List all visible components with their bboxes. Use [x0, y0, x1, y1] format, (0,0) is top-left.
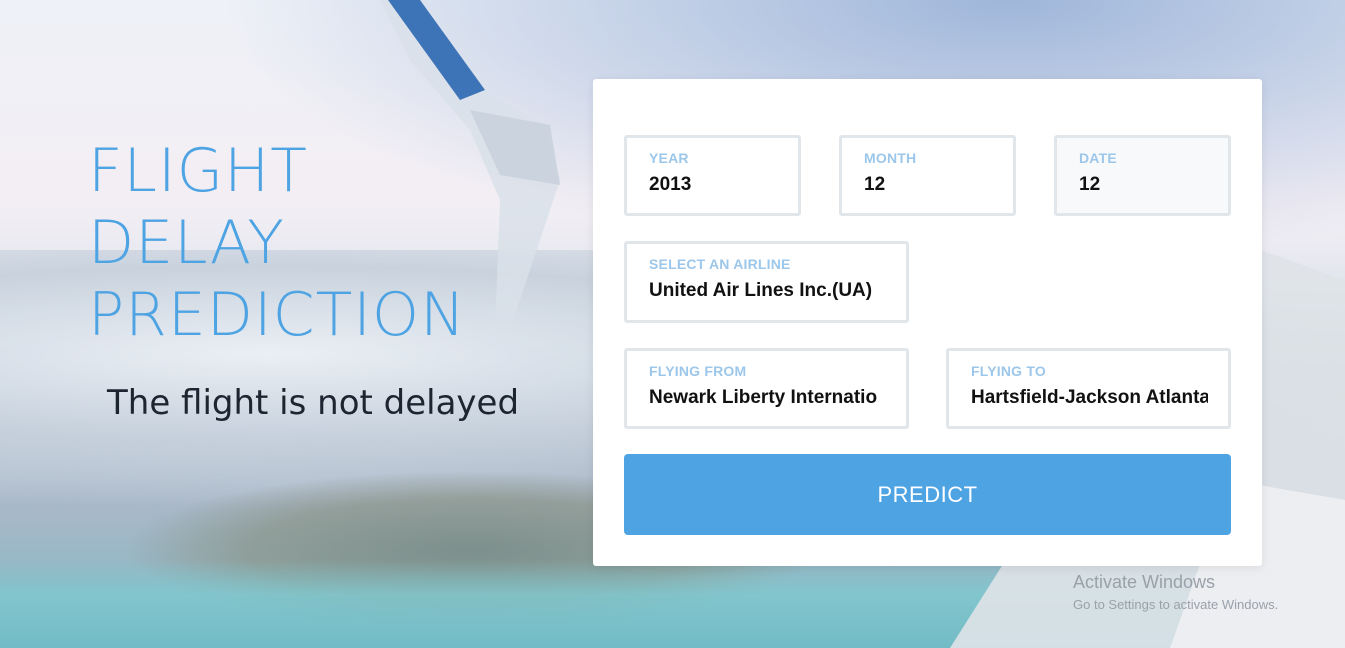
month-value: 12	[864, 174, 886, 195]
flying-from-value: Newark Liberty Internatio	[649, 387, 878, 408]
watermark-title: Activate Windows	[1073, 572, 1216, 592]
prediction-result: The flight is not delayed	[107, 383, 520, 423]
month-field[interactable]: MONTH 12	[839, 135, 1016, 216]
date-label: DATE	[1079, 150, 1117, 166]
flying-to-label: FLYING TO	[971, 363, 1046, 379]
hero: FLIGHT DELAY PREDICTION	[88, 135, 466, 351]
flying-to-select[interactable]: FLYING TO Hartsfield-Jackson Atlanta	[946, 348, 1231, 429]
watermark-subtitle: Go to Settings to activate Windows.	[1073, 597, 1279, 612]
airline-label: SELECT AN AIRLINE	[649, 256, 791, 272]
flying-from-label: FLYING FROM	[649, 363, 747, 379]
flying-to-value: Hartsfield-Jackson Atlanta	[971, 387, 1208, 408]
windows-activation-watermark: Activate Windows Go to Settings to activ…	[1073, 572, 1278, 612]
date-field[interactable]: DATE 12	[1054, 135, 1231, 216]
airline-value: United Air Lines Inc.(UA)	[649, 280, 873, 301]
year-value: 2013	[649, 174, 692, 195]
year-label: YEAR	[649, 150, 689, 166]
year-field[interactable]: YEAR 2013	[624, 135, 801, 216]
date-value: 12	[1079, 174, 1101, 195]
predict-button[interactable]: PREDICT	[624, 454, 1231, 535]
month-label: MONTH	[864, 150, 917, 166]
prediction-form: YEAR 2013 MONTH 12 DATE 12 SELECT AN AIR…	[593, 79, 1262, 566]
flying-from-select[interactable]: FLYING FROM Newark Liberty Internatio	[624, 348, 909, 429]
airline-select[interactable]: SELECT AN AIRLINE United Air Lines Inc.(…	[624, 241, 909, 323]
page-title: FLIGHT DELAY PREDICTION	[88, 136, 467, 350]
